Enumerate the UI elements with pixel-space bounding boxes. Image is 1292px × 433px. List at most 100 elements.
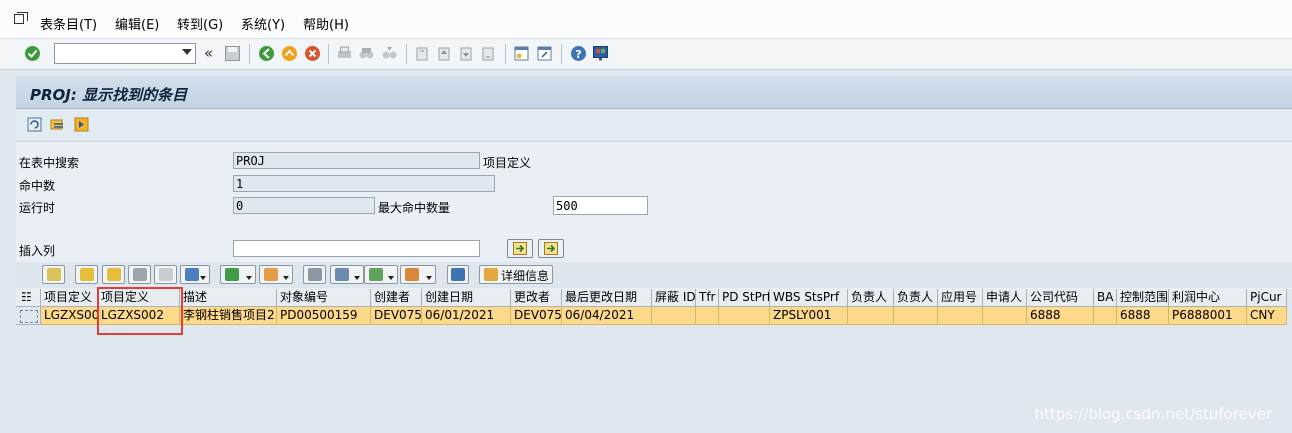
table-cell[interactable]: P6888001 [1169, 307, 1247, 325]
column-header[interactable]: 控制范围 [1117, 289, 1169, 307]
search-table-label: 在表中搜索 [19, 156, 80, 170]
menu-system[interactable]: 系统(Y) [241, 14, 285, 33]
first-page-icon[interactable] [414, 45, 431, 62]
page-title: PROJ: 显示找到的条目 [30, 86, 188, 104]
table-cell[interactable] [696, 307, 719, 325]
find-next-button[interactable] [154, 265, 177, 284]
column-header[interactable]: 负责人 [894, 289, 938, 307]
table-cell[interactable]: CNY [1247, 307, 1287, 325]
table-cell[interactable]: 李钢柱销售项目2 [180, 307, 277, 325]
export-button[interactable] [364, 265, 398, 284]
new-session-icon[interactable] [513, 45, 530, 62]
table-cell[interactable]: 6888 [1027, 307, 1094, 325]
table-cell[interactable]: 06/01/2021 [422, 307, 511, 325]
refresh-icon[interactable] [26, 116, 43, 133]
column-header[interactable]: 屏蔽 ID [652, 289, 696, 307]
menu-edit[interactable]: 编辑(E) [115, 14, 159, 33]
table-cell[interactable]: DEV075 [371, 307, 422, 325]
column-header[interactable]: 利润中心 [1169, 289, 1247, 307]
chevron-down-icon[interactable] [246, 276, 252, 280]
filter-button[interactable] [180, 265, 210, 284]
insert-column-right-button[interactable] [538, 239, 564, 258]
table-cell[interactable]: 06/04/2021 [562, 307, 652, 325]
column-header[interactable]: Tfr [696, 289, 719, 307]
column-header[interactable]: PjCur [1247, 289, 1287, 307]
subtotal-icon [264, 268, 278, 281]
sum-button[interactable] [220, 265, 256, 284]
menu-icon[interactable] [14, 12, 28, 24]
sort-descending-button[interactable] [102, 265, 125, 284]
table-cell[interactable]: ZPSLY001 [770, 307, 848, 325]
shortcut-icon[interactable] [536, 45, 553, 62]
max-hits-field[interactable]: 500 [553, 196, 648, 215]
table-cell[interactable] [983, 307, 1027, 325]
help-icon[interactable]: ? [570, 45, 587, 62]
subtotal-button[interactable] [259, 265, 293, 284]
column-header[interactable]: 创建者 [371, 289, 422, 307]
table-cell[interactable] [938, 307, 983, 325]
table-cell[interactable] [652, 307, 696, 325]
menu-goto[interactable]: 转到(G) [177, 14, 223, 33]
table-cell[interactable] [1094, 307, 1117, 325]
selection-icon[interactable] [73, 116, 90, 133]
column-header[interactable]: 负责人 [848, 289, 894, 307]
table-cell[interactable]: DEV075 [511, 307, 562, 325]
column-header[interactable]: 创建日期 [422, 289, 511, 307]
find-button[interactable] [128, 265, 151, 284]
save-icon[interactable] [224, 45, 241, 62]
views-button[interactable] [330, 265, 364, 284]
column-header[interactable]: 应用号 [938, 289, 983, 307]
column-header[interactable]: 最后更改日期 [562, 289, 652, 307]
column-header[interactable]: BA [1094, 289, 1117, 307]
table-cell[interactable]: 6888 [1117, 307, 1169, 325]
exit-icon[interactable] [281, 45, 298, 62]
info-button[interactable] [447, 265, 469, 284]
command-field[interactable] [54, 43, 196, 64]
back-double-icon[interactable]: « [204, 44, 213, 62]
check-icon[interactable] [24, 45, 41, 62]
chevron-down-icon[interactable] [354, 276, 360, 280]
column-header[interactable]: 项目定义 [41, 289, 98, 307]
table-cell[interactable] [719, 307, 770, 325]
chevron-down-icon[interactable] [426, 276, 432, 280]
cancel-icon[interactable] [304, 45, 321, 62]
print-preview-button[interactable] [303, 265, 326, 284]
table-cell[interactable] [848, 307, 894, 325]
insert-column-button[interactable] [507, 239, 533, 258]
detail-info-button[interactable]: 详细信息 [479, 265, 553, 284]
details-view-button[interactable] [42, 265, 65, 284]
search-table-field[interactable]: PROJ [233, 152, 480, 169]
menu-table-entry[interactable]: 表条目(T) [40, 14, 97, 33]
insert-column-field[interactable] [233, 240, 480, 257]
sort-descending-icon [107, 268, 121, 281]
select-all-icon[interactable]: ☷ [16, 289, 41, 307]
check-table-icon[interactable] [49, 116, 66, 133]
menu-help[interactable]: 帮助(H) [303, 14, 349, 33]
find-next-icon[interactable] [381, 45, 398, 62]
back-icon[interactable] [258, 45, 275, 62]
column-header[interactable]: 描述 [180, 289, 277, 307]
sort-ascending-button[interactable] [75, 265, 98, 284]
find-icon[interactable] [358, 45, 375, 62]
print-icon[interactable] [336, 45, 353, 62]
column-header[interactable]: 对象编号 [277, 289, 371, 307]
chevron-down-icon[interactable] [388, 276, 394, 280]
row-selector[interactable] [16, 307, 41, 325]
column-header[interactable]: WBS StsPrf [770, 289, 848, 307]
column-header[interactable]: 申请人 [983, 289, 1027, 307]
prev-page-icon[interactable] [436, 45, 453, 62]
column-header[interactable]: 公司代码 [1027, 289, 1094, 307]
binoculars-icon [133, 268, 147, 281]
table-cell[interactable]: LGZXS002 [41, 307, 98, 325]
chevron-down-icon[interactable] [182, 49, 192, 55]
column-header[interactable]: 更改者 [511, 289, 562, 307]
chevron-down-icon[interactable] [283, 276, 289, 280]
settings-icon[interactable] [592, 45, 609, 62]
last-page-icon[interactable] [480, 45, 497, 62]
chevron-down-icon[interactable] [200, 276, 206, 280]
next-page-icon[interactable] [458, 45, 475, 62]
layout-button[interactable] [400, 265, 436, 284]
table-cell[interactable] [894, 307, 938, 325]
column-header[interactable]: PD StPrf [719, 289, 770, 307]
table-cell[interactable]: PD00500159 [277, 307, 371, 325]
